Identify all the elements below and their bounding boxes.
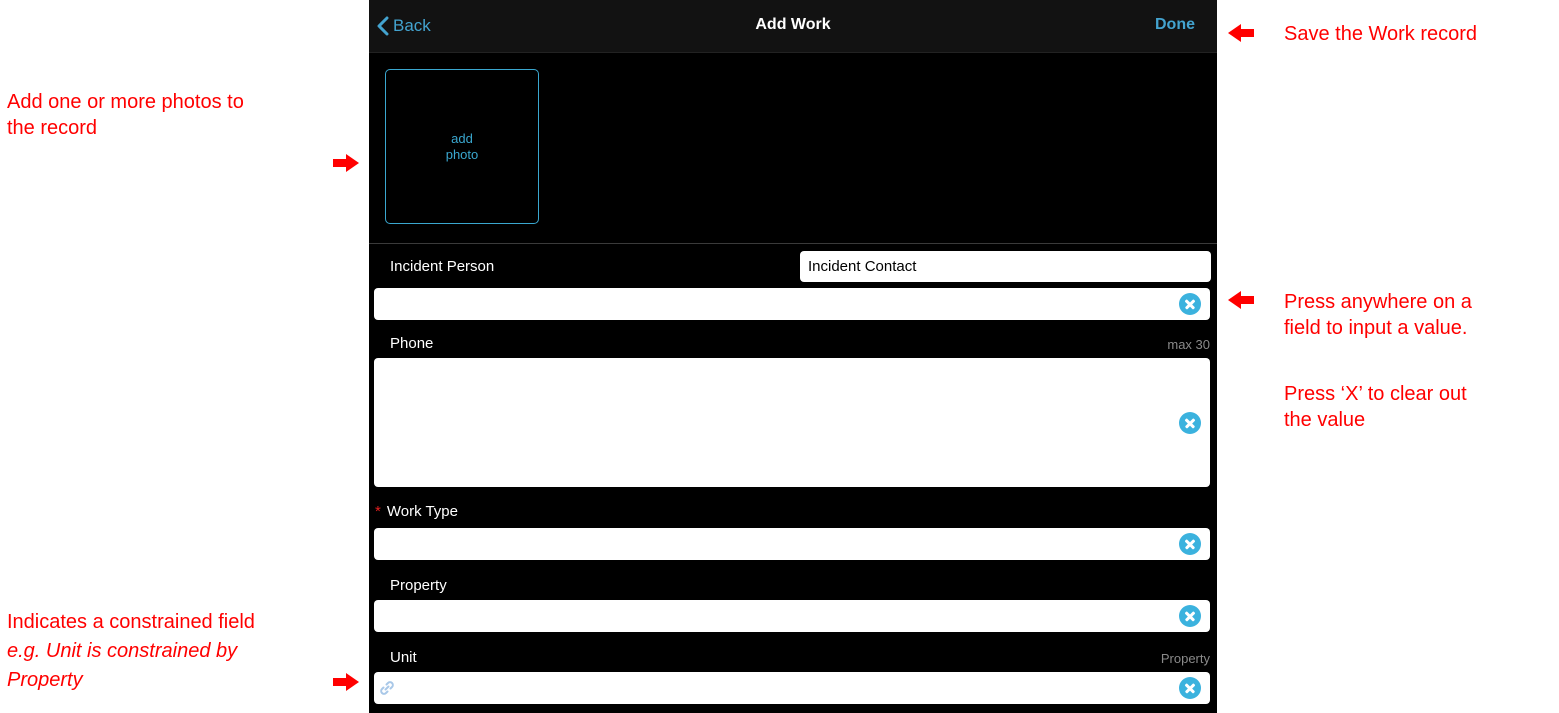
clear-icon[interactable]	[1179, 412, 1201, 434]
annotation-constrained: Indicates a constrained field e.g. Unit …	[7, 609, 255, 693]
phone-max-hint: max 30	[1167, 337, 1210, 352]
annotation-press-line2: field to input a value.	[1284, 317, 1468, 339]
property-label: Property	[390, 577, 447, 594]
required-marker: *	[375, 503, 381, 520]
navigation-bar: Back Add Work Done	[369, 0, 1217, 53]
photo-section: add photo	[369, 53, 1217, 244]
done-button[interactable]: Done	[1155, 16, 1195, 34]
work-type-label: * Work Type	[375, 503, 458, 520]
add-photo-label-line2: photo	[445, 146, 479, 162]
clear-icon[interactable]	[1179, 605, 1201, 627]
property-field[interactable]	[374, 600, 1210, 632]
incident-person-field[interactable]	[374, 288, 1210, 320]
arrow-right-icon	[333, 154, 359, 172]
page-title: Add Work	[755, 16, 831, 33]
annotation-constrained-line1: Indicates a constrained field	[7, 611, 255, 633]
annotation-clear-line1: Press ‘X’ to clear out	[1284, 383, 1467, 405]
clear-icon[interactable]	[1179, 533, 1201, 555]
annotation-save: Save the Work record	[1284, 23, 1478, 45]
work-type-field[interactable]	[374, 528, 1210, 560]
annotation-photos: Add one or more photos to the record	[7, 89, 244, 141]
phone-label: Phone	[390, 335, 434, 352]
incident-contact-button[interactable]: Incident Contact	[800, 251, 1211, 282]
app-screen: Back Add Work Done add photo Incident Pe…	[369, 0, 1217, 713]
annotation-photos-line2: the record	[7, 117, 98, 139]
annotation-press: Press anywhere on a field to input a val…	[1284, 289, 1472, 341]
add-photo-button[interactable]: add photo	[385, 69, 539, 224]
unit-label: Unit	[390, 649, 417, 666]
clear-icon[interactable]	[1179, 677, 1201, 699]
annotation-press-line1: Press anywhere on a	[1284, 291, 1472, 313]
add-photo-label-line1: add	[451, 130, 473, 146]
arrow-left-icon	[1228, 24, 1254, 42]
unit-constraint-hint: Property	[1160, 651, 1210, 666]
work-type-label-text: Work Type	[386, 503, 458, 520]
arrow-right-icon	[333, 673, 359, 691]
phone-field[interactable]	[374, 358, 1210, 487]
annotation-clear: Press ‘X’ to clear out the value	[1284, 381, 1467, 433]
unit-field[interactable]	[374, 672, 1210, 704]
link-icon	[380, 681, 394, 695]
annotation-constrained-line3: Property	[7, 669, 83, 691]
incident-person-label: Incident Person	[390, 258, 495, 275]
arrow-left-icon	[1228, 291, 1254, 309]
annotation-photos-line1: Add one or more photos to	[7, 91, 244, 113]
clear-icon[interactable]	[1179, 293, 1201, 315]
annotation-clear-line2: the value	[1284, 409, 1366, 431]
annotation-constrained-line2: e.g. Unit is constrained by	[7, 640, 238, 662]
